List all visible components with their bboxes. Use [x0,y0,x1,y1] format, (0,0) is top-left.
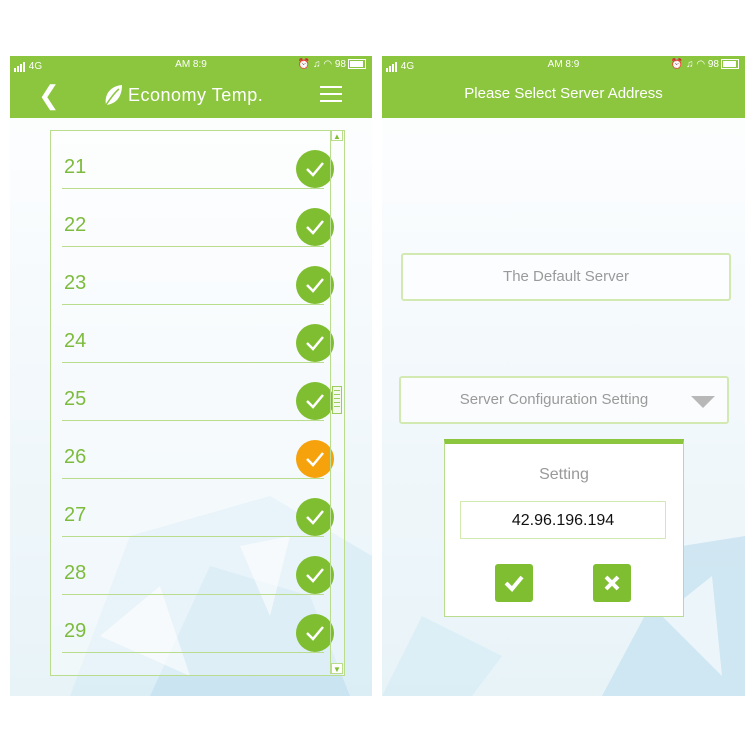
server-address-screen: 4G AM 8:9 ⏰ ♫ ◠ 98 Please Select Server … [382,56,745,696]
scroll-down-icon[interactable]: ▼ [331,663,343,674]
list-item[interactable]: 22 [62,188,334,247]
list-item-label: 28 [64,562,87,584]
list-item[interactable]: 25 [62,362,334,421]
list-item[interactable]: 21 [62,130,334,189]
status-right: ⏰ ♫ ◠ 98 [298,59,366,70]
list-item[interactable]: 26 [62,420,334,479]
list-item-label: 25 [64,388,87,410]
status-bar: 4G AM 8:9 ⏰ ♫ ◠ 98 [10,58,372,74]
server-address-input[interactable]: 42.96.196.194 [460,501,666,539]
battery-icon [348,59,366,70]
check-circle-icon[interactable] [296,498,334,536]
battery-icon [721,59,739,70]
top-bar: 4G AM 8:9 ⏰ ♫ ◠ 98 ❮ Economy Temp. [10,56,372,118]
check-circle-icon[interactable] [296,324,334,362]
list-item[interactable]: 24 [62,304,334,363]
list-item[interactable]: 29 [62,594,334,653]
check-circle-icon[interactable] [296,614,334,652]
scroll-up-icon[interactable]: ▲ [331,130,343,141]
scroll-thumb[interactable] [332,386,342,414]
check-icon [504,575,524,592]
list-item[interactable]: 23 [62,246,334,305]
scrollbar[interactable]: ▲ ▼ [330,130,343,674]
check-circle-icon[interactable] [296,208,334,246]
selected-check-icon[interactable] [296,440,334,478]
top-bar: 4G AM 8:9 ⏰ ♫ ◠ 98 Please Select Server … [382,56,745,118]
list-item-label: 27 [64,504,87,526]
close-icon [604,575,620,591]
hamburger-menu-icon[interactable] [320,86,342,102]
battery-level: 98 [334,59,346,70]
list-item-label: 26 [64,446,87,468]
economy-temp-screen: 4G AM 8:9 ⏰ ♫ ◠ 98 ❮ Economy Temp. 21 22 2… [10,56,372,696]
list-item-label: 22 [64,214,87,236]
check-circle-icon[interactable] [296,266,334,304]
status-right: ⏰ ♫ ◠ 98 [671,59,739,70]
page-title: Economy Temp. [128,84,264,105]
setting-dialog: Setting 42.96.196.194 [444,439,684,617]
list-item-label: 29 [64,620,87,642]
default-server-button[interactable]: The Default Server [401,253,731,301]
list-item-label: 24 [64,330,87,352]
server-config-dropdown[interactable]: Server Configuration Setting [399,376,729,424]
cancel-button[interactable] [593,564,631,602]
check-circle-icon[interactable] [296,556,334,594]
leaf-icon [105,85,122,106]
dropdown-triangle-icon [691,396,715,408]
list-item[interactable]: 28 [62,536,334,595]
battery-level: 98 [707,59,719,70]
status-bar: 4G AM 8:9 ⏰ ♫ ◠ 98 [382,58,745,74]
back-chevron-icon[interactable]: ❮ [38,82,60,108]
dialog-title: Setting [539,466,589,483]
list-item[interactable]: 27 [62,478,334,537]
list-item-label: 21 [64,156,87,178]
app-header: Economy Temp. [102,80,263,110]
check-circle-icon[interactable] [296,150,334,188]
server-config-label: Server Configuration Setting [459,391,649,408]
check-circle-icon[interactable] [296,382,334,420]
list-item-label: 23 [64,272,87,294]
page-title: Please Select Server Address [464,85,663,102]
confirm-button[interactable] [495,564,533,602]
